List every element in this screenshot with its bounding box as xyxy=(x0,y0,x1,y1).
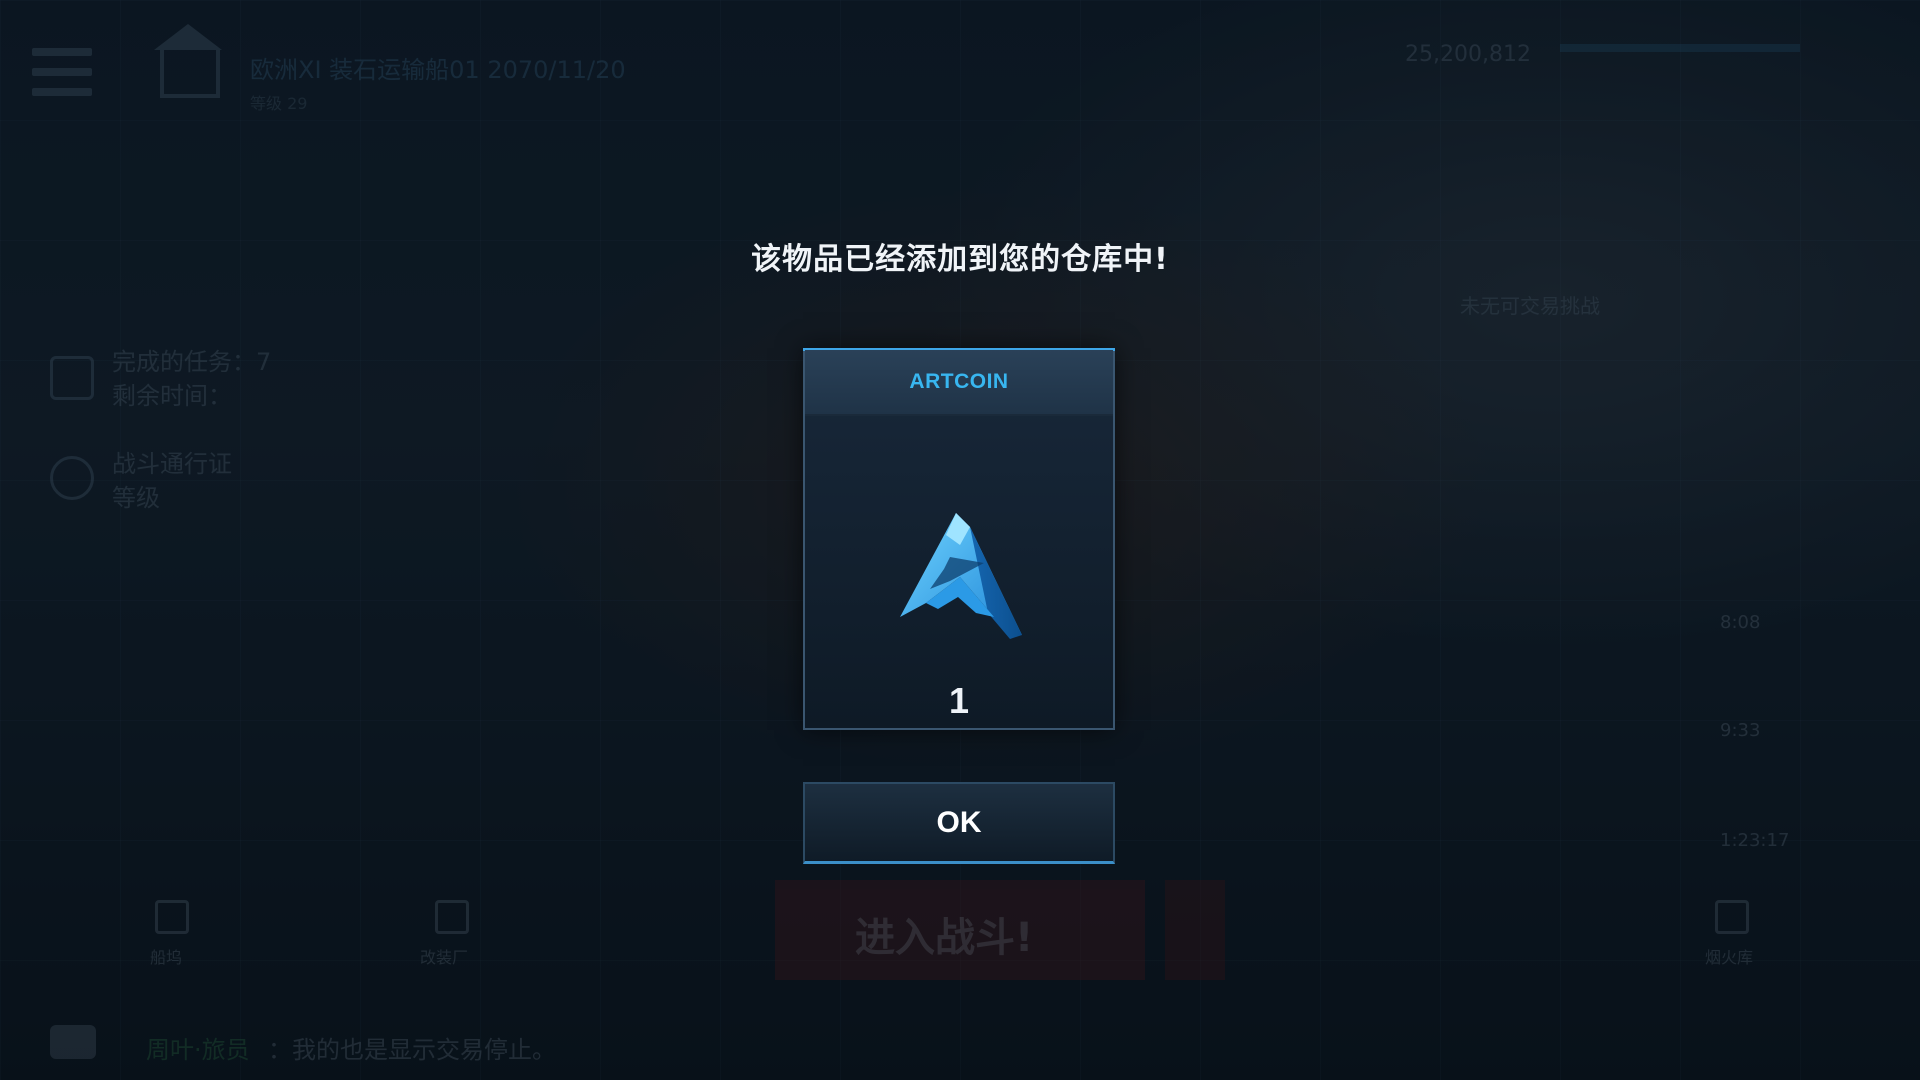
ok-button-label: OK xyxy=(936,805,982,839)
dialog-title: 该物品已经添加到您的仓库中! xyxy=(751,242,1169,277)
reward-item-card: ARTCOIN 1 xyxy=(803,348,1115,730)
item-name: ARTCOIN xyxy=(909,370,1009,393)
card-header: ARTCOIN xyxy=(805,350,1113,416)
artcoin-icon xyxy=(900,513,1022,639)
ok-button[interactable]: OK xyxy=(803,782,1115,864)
game-screen: 欧洲XI 装石运输船01 2070/11/20 等级 29 25,200,812… xyxy=(0,0,1920,1080)
item-quantity: 1 xyxy=(948,680,970,721)
